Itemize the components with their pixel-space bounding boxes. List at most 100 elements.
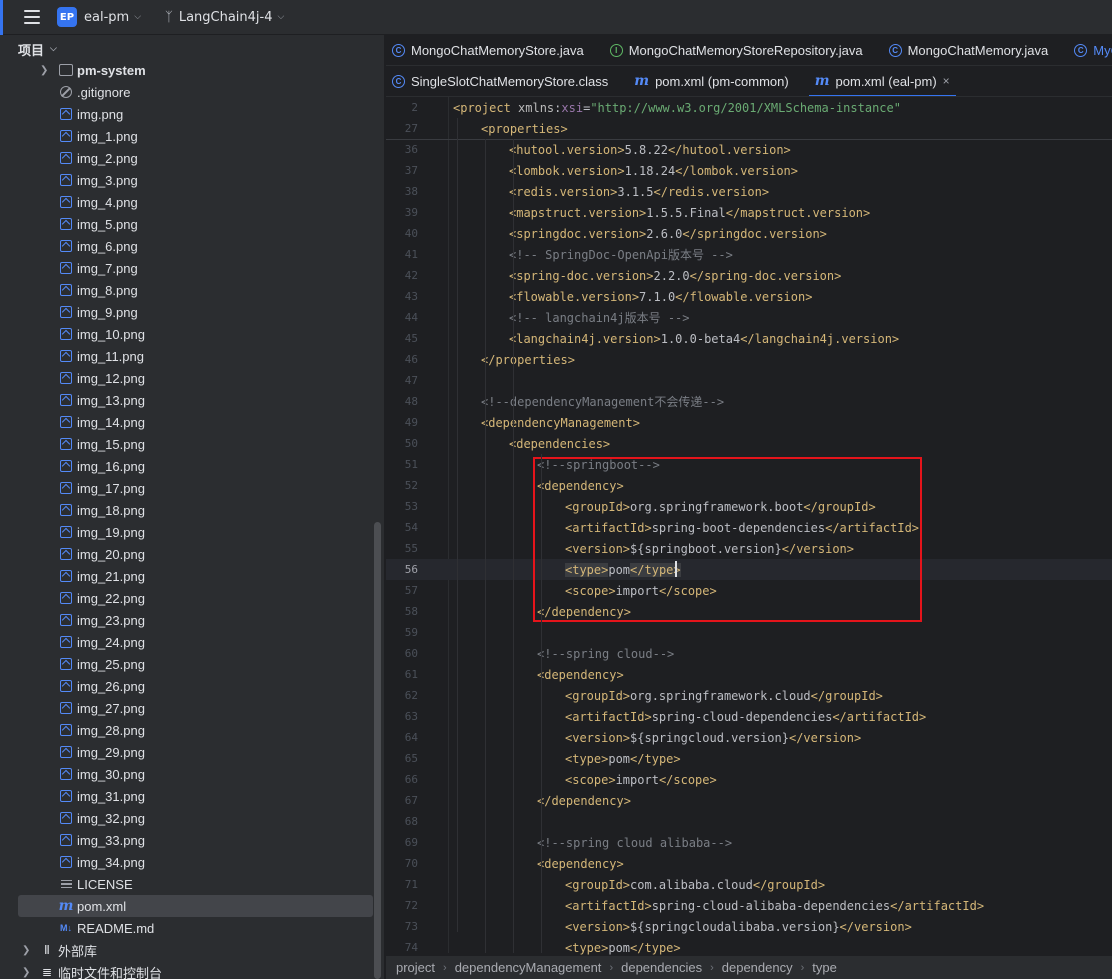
branch-name[interactable]: LangChain4j-4 [179, 10, 273, 25]
code-line[interactable]: 66 <scope>import</scope> [386, 769, 1112, 790]
tree-item[interactable]: img_25.png [0, 653, 384, 675]
editor-tab[interactable]: C SingleSlotChatMemoryStore.class [386, 66, 614, 96]
tree-item[interactable]: img_33.png [0, 829, 384, 851]
tree-item[interactable]: img_8.png [0, 279, 384, 301]
tree-item[interactable]: img_10.png [0, 323, 384, 345]
tree-item[interactable]: img_26.png [0, 675, 384, 697]
code-line[interactable]: 46 </properties> [386, 349, 1112, 370]
code-line[interactable]: 73 <version>${springcloudalibaba.version}… [386, 916, 1112, 937]
breadcrumb-item[interactable]: project [396, 960, 435, 975]
code-line[interactable]: 49 <dependencyManagement> [386, 412, 1112, 433]
tree-item[interactable]: m pom.xml [18, 895, 373, 917]
tree-item[interactable]: img_7.png [0, 257, 384, 279]
tree-item[interactable]: img_20.png [0, 543, 384, 565]
breadcrumb-item[interactable]: dependencies [621, 960, 702, 975]
editor-tab[interactable]: C MongoChatMemory.java [883, 35, 1055, 65]
tree-item[interactable]: img_27.png [0, 697, 384, 719]
code-line[interactable]: 44 <!-- langchain4j版本号 --> [386, 307, 1112, 328]
editor-tab[interactable]: m pom.xml (pm-common) [628, 66, 794, 96]
tree-item[interactable]: img_16.png [0, 455, 384, 477]
tree-item[interactable]: img_12.png [0, 367, 384, 389]
code-line[interactable]: 36 <hutool.version>5.8.22</hutool.version… [386, 139, 1112, 160]
tree-item[interactable]: img_19.png [0, 521, 384, 543]
tree-item-label: img_21.png [77, 568, 145, 584]
tree-item[interactable]: img_24.png [0, 631, 384, 653]
tree-item[interactable]: img_14.png [0, 411, 384, 433]
tree-item[interactable]: img_4.png [0, 191, 384, 213]
code-line[interactable]: 68 [386, 811, 1112, 832]
code-line[interactable]: 71 <groupId>com.alibaba.cloud</groupId> [386, 874, 1112, 895]
code-line[interactable]: 48 <!--dependencyManagement不会传递--> [386, 391, 1112, 412]
tree-item[interactable]: ❯ pm-system [0, 59, 384, 81]
tree-item[interactable]: M↓ README.md [0, 917, 384, 939]
tree-item[interactable]: .gitignore [0, 81, 384, 103]
breadcrumb-item[interactable]: dependency [722, 960, 793, 975]
tree-item[interactable]: img_5.png [0, 213, 384, 235]
project-panel-scrollbar[interactable] [374, 522, 381, 979]
code-line[interactable]: 40 <springdoc.version>2.6.0</springdoc.ve… [386, 223, 1112, 244]
tree-item[interactable]: ❯ ≣ 临时文件和控制台 [0, 961, 384, 979]
branch-icon[interactable]: ᛉ [165, 10, 173, 25]
close-icon[interactable]: × [943, 74, 950, 88]
breadcrumb-item[interactable]: type [812, 960, 837, 975]
tree-item[interactable]: img_6.png [0, 235, 384, 257]
tree-item[interactable]: img_9.png [0, 301, 384, 323]
code-line[interactable]: 67 </dependency> [386, 790, 1112, 811]
code-line[interactable]: 69 <!--spring cloud alibaba--> [386, 832, 1112, 853]
code-line[interactable]: 43 <flowable.version>7.1.0</flowable.vers… [386, 286, 1112, 307]
code-line[interactable]: 72 <artifactId>spring-cloud-alibaba-depen… [386, 895, 1112, 916]
editor-tab[interactable]: C MyChatAssi [1068, 35, 1112, 65]
chevron-right-icon[interactable]: ❯ [40, 65, 48, 76]
tree-item[interactable]: img_23.png [0, 609, 384, 631]
code-line[interactable]: 64 <version>${springcloud.version}</versi… [386, 727, 1112, 748]
tree-item[interactable]: img_32.png [0, 807, 384, 829]
code-line[interactable]: 59 [386, 622, 1112, 643]
code-line[interactable]: 63 <artifactId>spring-cloud-dependencies<… [386, 706, 1112, 727]
code-line[interactable]: 42 <spring-doc.version>2.2.0</spring-doc.… [386, 265, 1112, 286]
breadcrumb-item[interactable]: dependencyManagement [455, 960, 602, 975]
tree-item[interactable]: img_3.png [0, 169, 384, 191]
tree-item[interactable]: img.png [0, 103, 384, 125]
code-line[interactable]: 27 <properties> [386, 118, 1112, 139]
code-line[interactable]: 47 [386, 370, 1112, 391]
code-line[interactable]: 38 <redis.version>3.1.5</redis.version> [386, 181, 1112, 202]
chevron-down-icon[interactable]: ⌵ [134, 12, 141, 22]
project-badge[interactable]: EP [57, 7, 77, 27]
code-line[interactable]: 70 <dependency> [386, 853, 1112, 874]
chevron-right-icon[interactable]: ❯ [22, 967, 30, 978]
tree-item[interactable]: img_1.png [0, 125, 384, 147]
editor-tab[interactable]: m pom.xml (eal-pm) × [808, 66, 956, 96]
chevron-right-icon[interactable]: ❯ [22, 945, 30, 956]
tree-item[interactable]: img_17.png [0, 477, 384, 499]
tree-item[interactable]: img_13.png [0, 389, 384, 411]
tree-item[interactable]: img_18.png [0, 499, 384, 521]
code-line[interactable]: 61 <dependency> [386, 664, 1112, 685]
code-line[interactable]: 2 <project xmlns:xsi="http://www.w3.org/2… [386, 97, 1112, 118]
tree-item[interactable]: img_21.png [0, 565, 384, 587]
chevron-down-icon[interactable]: ⌵ [50, 44, 57, 54]
code-line[interactable]: 65 <type>pom</type> [386, 748, 1112, 769]
tree-item[interactable]: img_2.png [0, 147, 384, 169]
project-name[interactable]: eal-pm [84, 10, 129, 25]
tree-item[interactable]: img_22.png [0, 587, 384, 609]
code-line[interactable]: 50 <dependencies> [386, 433, 1112, 454]
tree-item[interactable]: img_34.png [0, 851, 384, 873]
tree-item[interactable]: img_15.png [0, 433, 384, 455]
code-line[interactable]: 39 <mapstruct.version>1.5.5.Final</mapstr… [386, 202, 1112, 223]
tree-item[interactable]: ❯ Ⅱ 外部库 [0, 939, 384, 961]
code-line[interactable]: 60 <!--spring cloud--> [386, 643, 1112, 664]
main-menu-icon[interactable] [17, 2, 47, 32]
tree-item[interactable]: img_31.png [0, 785, 384, 807]
code-line[interactable]: 62 <groupId>org.springframework.cloud</gr… [386, 685, 1112, 706]
code-line[interactable]: 37 <lombok.version>1.18.24</lombok.versio… [386, 160, 1112, 181]
tree-item[interactable]: img_28.png [0, 719, 384, 741]
code-line[interactable]: 41 <!-- SpringDoc-OpenApi版本号 --> [386, 244, 1112, 265]
chevron-down-icon[interactable]: ⌵ [278, 12, 285, 22]
tree-item[interactable]: img_11.png [0, 345, 384, 367]
editor-tab[interactable]: C MongoChatMemoryStore.java [386, 35, 590, 65]
tree-item[interactable]: img_29.png [0, 741, 384, 763]
code-line[interactable]: 45 <langchain4j.version>1.0.0-beta4</lang… [386, 328, 1112, 349]
tree-item[interactable]: LICENSE [0, 873, 384, 895]
editor-tab[interactable]: I MongoChatMemoryStoreRepository.java [604, 35, 869, 65]
tree-item[interactable]: img_30.png [0, 763, 384, 785]
